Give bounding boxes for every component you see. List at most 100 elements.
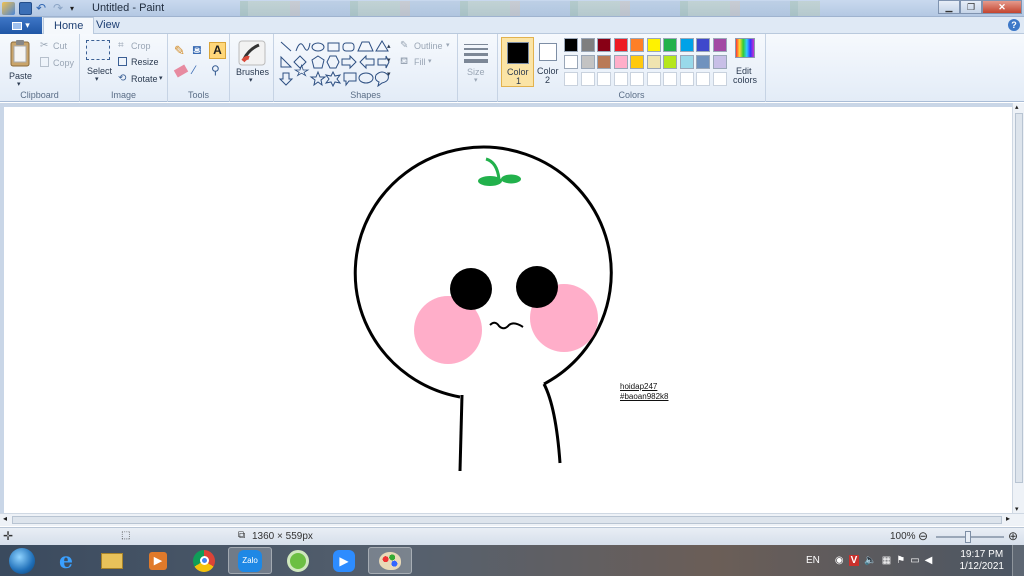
palette-swatch[interactable] [696,38,710,52]
flag-icon[interactable]: ⚑ [896,555,905,566]
language-indicator[interactable]: EN [806,555,820,566]
taskbar-zoom[interactable]: ▶ [322,547,366,574]
palette-swatch[interactable] [613,72,628,86]
horizontal-scrollbar[interactable]: ◂ ▸ [0,513,1024,526]
maximize-button[interactable]: ❐ [960,0,982,14]
palette-swatch[interactable] [597,55,611,69]
start-button[interactable] [2,547,42,574]
file-menu-icon [12,21,23,30]
system-tray: EN ◉ V 🔈 ▦ ⚑ ▭ ◀ [806,545,932,576]
rotate-button[interactable]: Rotate [131,74,158,84]
palette-swatch[interactable] [696,55,710,69]
taskbar-internet-explorer[interactable]: e [44,547,88,574]
color2-button[interactable]: Color 2 [535,37,561,87]
speaker-icon[interactable]: ◀ [925,555,933,566]
palette-swatch[interactable] [679,72,694,86]
palette-swatch[interactable] [663,55,677,69]
magnifier-icon[interactable]: ⚲ [211,63,220,77]
palette-swatch[interactable] [630,38,644,52]
paint-app-icon[interactable] [2,2,15,15]
palette-swatch[interactable] [630,72,644,86]
palette-swatch[interactable] [580,55,595,69]
palette-swatch[interactable] [564,55,578,69]
show-desktop-button[interactable] [1012,545,1024,576]
crop-button[interactable]: Crop [131,41,151,51]
scroll-up-icon[interactable]: ▴ [1015,103,1019,111]
antivirus-icon[interactable]: V [848,555,860,566]
redo-icon[interactable]: ↷ [53,2,66,15]
scroll-left-icon[interactable]: ◂ [3,514,7,523]
minimize-button[interactable]: ▁ [938,0,960,14]
tab-view[interactable]: View [86,17,130,34]
horizontal-scroll-thumb[interactable] [12,516,1002,524]
resize-button[interactable]: Resize [131,57,159,67]
outline-dropdown[interactable]: Outline [414,41,443,51]
shapes-gallery[interactable] [278,39,390,87]
left-eye [450,268,492,310]
copy-button[interactable]: Copy [53,58,74,68]
vertical-scrollbar[interactable]: ▴ ▾ [1012,103,1024,513]
palette-swatch[interactable] [663,38,677,52]
text-tool-icon[interactable]: A [209,42,226,59]
close-button[interactable]: ✕ [982,0,1022,14]
palette-swatch[interactable] [646,38,661,52]
brushes-button[interactable]: Brushes ▾ [234,39,270,89]
edit-colors-button[interactable]: Edit colors [732,38,760,88]
network-icon[interactable]: ▦ [882,555,891,566]
taskbar-media-player[interactable]: ▶ [136,547,180,574]
taskbar-file-explorer[interactable] [90,547,134,574]
size-button[interactable]: Size ▾ [464,42,492,92]
volume-icon[interactable]: 🔈 [864,555,876,566]
palette-swatch[interactable] [679,38,694,52]
zoom-in-button[interactable]: ⊕ [1008,529,1018,543]
taskbar-zalo[interactable]: Zalo [228,547,272,574]
color-picker-icon[interactable]: ⁄ [193,63,195,77]
taskbar-coccoc[interactable] [276,547,320,574]
palette-swatch[interactable] [564,38,578,52]
palette-swatch[interactable] [712,38,727,52]
zoom-slider-thumb[interactable] [965,531,971,543]
right-eye [516,266,558,308]
cut-button[interactable]: Cut [53,41,67,51]
fill-dropdown[interactable]: Fill [414,57,426,67]
brushes-label: Brushes [236,67,270,77]
palette-swatch[interactable] [712,72,727,86]
shapes-scroll-arrows[interactable]: ▴ ▾ ▾ [387,40,391,82]
taskbar-chrome[interactable] [182,547,226,574]
palette-swatch[interactable] [663,72,677,86]
tray-overflow-icon[interactable]: ◉ [835,555,844,566]
palette-swatch[interactable] [580,72,595,86]
edit-colors-label-2: colors [733,75,758,85]
vertical-scroll-thumb[interactable] [1015,113,1023,483]
eraser-icon[interactable] [173,64,189,78]
save-icon[interactable] [19,2,32,15]
palette-swatch[interactable] [597,38,611,52]
palette-swatch[interactable] [646,72,661,86]
help-icon[interactable]: ? [1008,19,1020,31]
zoom-out-button[interactable]: ⊖ [918,529,928,543]
drawing-canvas[interactable] [4,107,1012,517]
undo-icon[interactable]: ↶ [36,2,49,15]
file-menu-button[interactable]: ▾ [0,17,42,34]
palette-swatch[interactable] [679,55,694,69]
window-icon[interactable]: ▭ [910,555,919,566]
palette-swatch[interactable] [597,72,611,86]
customize-qat-icon[interactable]: ▾ [70,2,83,15]
select-button[interactable]: Select ▾ [86,40,112,90]
palette-swatch[interactable] [712,55,727,69]
palette-swatch[interactable] [696,72,710,86]
palette-swatch[interactable] [564,72,578,86]
palette-swatch[interactable] [580,38,595,52]
fill-bucket-icon[interactable]: ⛾ [192,43,208,59]
palette-swatch[interactable] [613,38,628,52]
palette-swatch[interactable] [613,55,628,69]
palette-swatch[interactable] [646,55,661,69]
scroll-down-icon[interactable]: ▾ [1015,505,1019,513]
taskbar-paint[interactable] [368,547,412,574]
palette-swatch[interactable] [630,55,644,69]
pencil-icon[interactable]: ✎ [174,43,190,59]
paste-button[interactable]: Paste ▾ [6,38,34,94]
color1-button[interactable]: Color 1 [501,37,534,87]
scroll-right-icon[interactable]: ▸ [1006,514,1010,523]
clock[interactable]: 19:17 PM 1/12/2021 [960,549,1005,573]
